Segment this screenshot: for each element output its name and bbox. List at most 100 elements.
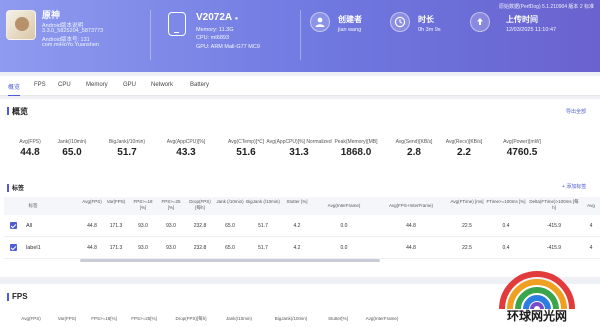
table-cell: 4	[589, 245, 593, 251]
table-cell: 0.0	[340, 245, 348, 251]
column-header: Drop(FPS)[每h]	[175, 316, 207, 321]
table-cell: 44.8	[406, 245, 416, 251]
table-cell: 232.8	[193, 223, 207, 229]
table-cell: 44.8	[87, 223, 97, 229]
horizontal-scrollbar[interactable]	[80, 259, 380, 262]
stat-value: 43.3	[176, 147, 196, 158]
device-model-text: V2072A	[196, 12, 232, 23]
tab-bar: 概览 FPS CPU Memory GPU Network Battery	[0, 76, 600, 96]
column-header: BigJank(/10min)	[274, 316, 308, 321]
upload-time-value: 12/03/2025 11:10:47	[506, 27, 557, 33]
column-header: Delta(FTime)>100ms [每h]	[529, 199, 579, 210]
tab-memory[interactable]: Memory	[86, 82, 108, 88]
table-cell: 22.5	[462, 223, 472, 229]
creator-value: jian wang	[338, 27, 362, 33]
watermark-text: 环球网光网	[506, 309, 567, 323]
table-cell: 4.2	[293, 223, 301, 229]
column-header: Avg(FPS)	[21, 316, 41, 321]
table-cell: 93.0	[166, 245, 176, 251]
tab-gpu[interactable]: GPU	[123, 82, 136, 88]
row-name: All	[26, 223, 33, 229]
table-cell: 0.4	[502, 245, 510, 251]
column-header: Avg(InterFrame)	[365, 316, 399, 321]
column-header: BigJank (/10min)	[246, 199, 280, 204]
table-cell: 93.0	[138, 223, 148, 229]
stat-value: 4760.5	[506, 147, 538, 158]
column-header: Avg(InterFrame)	[327, 203, 361, 208]
column-header: Stutter [%]	[286, 199, 308, 204]
app-name: 原神	[42, 10, 61, 20]
table-cell: 65.0	[225, 245, 235, 251]
table-cell: 51.7	[258, 245, 268, 251]
table-cell: 171.3	[109, 223, 123, 229]
column-header: Avg(FPS)	[82, 199, 102, 204]
overview-panel: 概览 导出全部 Avg(FPS) 44.8 Jank(/10min) 65.0 Bi…	[0, 99, 600, 277]
column-header: FPS>=18[%]	[91, 316, 117, 321]
divider	[150, 10, 151, 60]
watermark-logo-icon	[499, 271, 575, 310]
column-header: Stutter[%]	[328, 316, 348, 321]
tab-cpu[interactable]: CPU	[58, 82, 71, 88]
table-cell: 171.3	[109, 245, 123, 251]
upload-time-label: 上传时间	[506, 15, 538, 24]
row-checkbox[interactable]	[10, 244, 17, 251]
upload-icon	[470, 12, 490, 32]
table-cell: 4.2	[293, 245, 301, 251]
table-cell: -415.9	[546, 223, 562, 229]
stat-label: Avg(AppCPU)[%]	[166, 139, 206, 145]
column-header: Drop(FPS) [每h]	[189, 199, 211, 210]
device-spec: GPU: ARM Mali-G77 MC9	[196, 44, 260, 50]
export-all-link[interactable]: 导出全部	[566, 108, 586, 115]
tab-battery[interactable]: Battery	[190, 82, 209, 88]
duration-label: 时长	[418, 15, 434, 24]
user-icon	[310, 12, 330, 32]
row-name: label1	[26, 245, 41, 251]
table-cell: -415.9	[546, 245, 562, 251]
device-badge: ●	[234, 16, 239, 22]
column-header: FTime>=100ms [%]	[486, 199, 526, 204]
add-label-link[interactable]: + 添加标签	[562, 183, 586, 190]
table-cell: 93.0	[138, 245, 148, 251]
app-info: 原神 Android版本说明 3.3.0_5825204_5873773 And…	[6, 6, 146, 68]
column-header: Var(FPS)	[57, 316, 77, 321]
column-header: Var(FPS)	[106, 199, 126, 204]
table-cell: 0.4	[502, 223, 510, 229]
app-info-line: com.miHoYo.Yuanshen	[42, 42, 99, 48]
fps-section-title: FPS	[7, 292, 28, 301]
column-header: FPS>=25[%]	[131, 316, 157, 321]
app-icon	[6, 10, 36, 40]
stat-card: Avg(Power)[mW] 4760.5	[488, 133, 556, 158]
tab-network[interactable]: Network	[151, 82, 173, 88]
overview-title: 概览	[7, 107, 28, 116]
table-cell: 93.0	[166, 223, 176, 229]
table-cell: 65.0	[225, 223, 235, 229]
column-header: Avg(FTime) [ms]	[450, 199, 484, 204]
app-info-line: 3.3.0_5825204_5873773	[42, 28, 104, 34]
stat-card: BigJank(/10min) 51.7	[93, 133, 161, 158]
version-info: 原始数据(PerfDog) 5.1.210904 版本 2 标准	[498, 4, 594, 10]
column-header: Avg(FPS+InterFrame)	[388, 203, 434, 208]
clock-icon	[390, 12, 410, 32]
phone-icon	[168, 12, 186, 36]
table-cell: 22.5	[462, 245, 472, 251]
column-header: Avg	[587, 203, 595, 208]
stat-value: 51.7	[117, 147, 137, 158]
table-header: 标签 Avg(FPS) Var(FPS) FPS>=18 [%] FPS>=25…	[4, 197, 600, 215]
table-cell: 232.8	[193, 245, 207, 251]
tab-fps[interactable]: FPS	[34, 82, 46, 88]
stat-card: Avg(AppCPU)[%] 43.3	[152, 133, 220, 158]
creator-label: 创建者	[338, 15, 362, 24]
column-header: Jank(/10min)	[225, 316, 252, 321]
row-checkbox[interactable]	[10, 222, 17, 229]
column-header: Jank (/10min)	[216, 199, 244, 204]
device-spec: CPU: mt6893	[196, 35, 230, 41]
table-row[interactable]: All 44.8 171.3 93.0 93.0 232.8 65.0 51.7…	[4, 215, 600, 237]
stat-label: BigJank(/10min)	[108, 139, 146, 145]
tab-overview[interactable]: 概览	[8, 82, 21, 96]
report-header: 原神 Android版本说明 3.3.0_5825204_5873773 And…	[0, 0, 600, 72]
table-cell: 44.8	[406, 223, 416, 229]
table-cell: 51.7	[258, 223, 268, 229]
label-section-title: 标签	[6, 183, 24, 192]
duration-value: 0h 3m 9s	[418, 27, 441, 33]
column-header: FPS>=18 [%]	[133, 199, 153, 210]
